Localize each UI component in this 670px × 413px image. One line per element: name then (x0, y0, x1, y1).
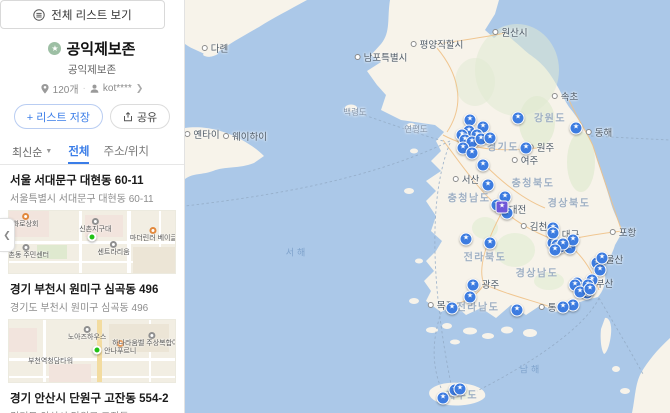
map-base-layer (185, 0, 670, 413)
map-marker[interactable]: ★ (482, 179, 495, 192)
green-place-marker (92, 345, 101, 354)
save-list-label: + 리스트 저장 (27, 109, 90, 125)
place-map-thumbnail[interactable]: 노아즈하우스안나푸르니부천역청담타워하나라움벨 주상복합아파트 (8, 319, 176, 383)
poi-icon (84, 326, 91, 333)
tab-address[interactable]: 주소/위치 (103, 139, 149, 164)
list-item[interactable]: 서울 서대문구 대현동 60-11 서울특별시 서대문구 대현동 60-11 화… (0, 165, 184, 274)
place-title: 경기 부천시 원미구 심곡동 496 (8, 281, 176, 297)
map-marker[interactable]: ★ (511, 304, 524, 317)
map-marker[interactable]: ★ (446, 302, 459, 315)
list-stats: 120개 · kot**** ❯ (0, 81, 184, 96)
share-button[interactable]: 공유 (110, 104, 170, 129)
bookmark-list-icon: ★ (48, 42, 61, 55)
map-marker[interactable]: ★ (570, 122, 583, 135)
map-marker[interactable]: ★ (484, 132, 497, 145)
chevron-left-icon: ❮ (3, 230, 11, 241)
thumbnail-poi-label: 마더린러 베이글 (130, 227, 176, 243)
poi-icon (22, 213, 29, 220)
place-subtitle: 경기도 부천시 원미구 심곡동 496 (8, 299, 176, 314)
place-subtitle: 경기도 안산시 단원구 고잔동 554-2 (8, 408, 176, 413)
caret-down-icon: ▼ (45, 148, 52, 155)
person-icon (90, 84, 99, 93)
map-marker-special[interactable]: ★ (496, 201, 509, 214)
map-canvas[interactable]: 다롄남포특별시평양직할시원산시옌타이웨이하이백령도연평도속초동해강원도경기도원주… (185, 0, 670, 413)
save-list-button[interactable]: + 리스트 저장 (14, 104, 103, 129)
map-marker[interactable]: ★ (584, 283, 597, 296)
map-marker[interactable]: ★ (437, 392, 450, 405)
map-marker[interactable]: ★ (477, 159, 490, 172)
dot-separator: · (83, 83, 86, 94)
poi-icon (150, 227, 157, 234)
thumbnail-poi-label: 부천역청담타워 (28, 358, 73, 366)
map-marker[interactable]: ★ (464, 291, 477, 304)
place-list-panel: 전체 리스트 보기 ★ 공익제보존 공익제보존 120개 · kot**** ❯ (0, 0, 185, 413)
map-marker[interactable]: ★ (512, 112, 525, 125)
poi-icon (22, 244, 29, 251)
pin-icon (41, 84, 49, 94)
map-marker[interactable]: ★ (549, 244, 562, 257)
list-icon (33, 9, 45, 21)
list-item[interactable]: 경기 안산시 단원구 고잔동 554-2 경기도 안산시 단원구 고잔동 554… (0, 383, 184, 413)
map-marker[interactable]: ★ (460, 233, 473, 246)
map-marker[interactable]: ★ (520, 142, 533, 155)
place-count: 120개 (53, 81, 79, 96)
chevron-right-icon: ❯ (136, 83, 144, 94)
sort-dropdown[interactable]: 최신순 ▼ (12, 144, 52, 160)
list-title: 공익제보존 (66, 38, 135, 59)
map-marker[interactable]: ★ (484, 237, 497, 250)
place-title: 서울 서대문구 대현동 60-11 (8, 172, 176, 188)
poi-icon (148, 332, 155, 339)
poi-icon (110, 241, 117, 248)
list-owner[interactable]: kot**** (103, 83, 132, 94)
map-marker[interactable]: ★ (466, 147, 479, 160)
map-app: 전체 리스트 보기 ★ 공익제보존 공익제보존 120개 · kot**** ❯ (0, 0, 670, 413)
panel-collapse-button[interactable]: ❮ (0, 218, 15, 252)
tab-all[interactable]: 전체 (68, 139, 89, 164)
sort-label: 최신순 (12, 144, 42, 160)
view-all-lists-button[interactable]: 전체 리스트 보기 (0, 0, 165, 29)
tabs: 전체 주소/위치 (68, 139, 149, 164)
map-marker[interactable]: ★ (454, 383, 467, 396)
thumbnail-poi-label: 신촌지구대 (79, 218, 111, 234)
list-item[interactable]: 경기 부천시 원미구 심곡동 496 경기도 부천시 원미구 심곡동 496 노… (0, 274, 184, 383)
map-marker[interactable]: ★ (596, 252, 609, 265)
view-all-label: 전체 리스트 보기 (51, 7, 131, 23)
share-label: 공유 (137, 109, 157, 125)
thumbnail-poi-label: 하나라움벨 주상복합아파트 (112, 332, 176, 348)
place-list: 서울 서대문구 대현동 60-11 서울특별시 서대문구 대현동 60-11 화… (0, 165, 184, 413)
thumbnail-poi-label: 노아즈하우스 (68, 326, 107, 342)
thumbnail-poi-label: 센트라리움 (97, 241, 129, 257)
thumbnail-poi-label: 화로상회 (13, 213, 39, 229)
list-subtitle: 공익제보존 (0, 62, 184, 77)
place-subtitle: 서울특별시 서대문구 대현동 60-11 (8, 190, 176, 205)
filter-tab-bar: 최신순 ▼ 전체 주소/위치 (0, 139, 184, 165)
place-map-thumbnail[interactable]: 화로상회신촌지구대신촌동 주민센터센트라리움마더린러 베이글 (8, 210, 176, 274)
share-icon (123, 112, 133, 122)
poi-icon (92, 218, 99, 225)
map-marker[interactable]: ★ (557, 301, 570, 314)
place-title: 경기 안산시 단원구 고잔동 554-2 (8, 390, 176, 406)
list-header: ★ 공익제보존 공익제보존 120개 · kot**** ❯ + 리스트 저 (0, 29, 184, 129)
